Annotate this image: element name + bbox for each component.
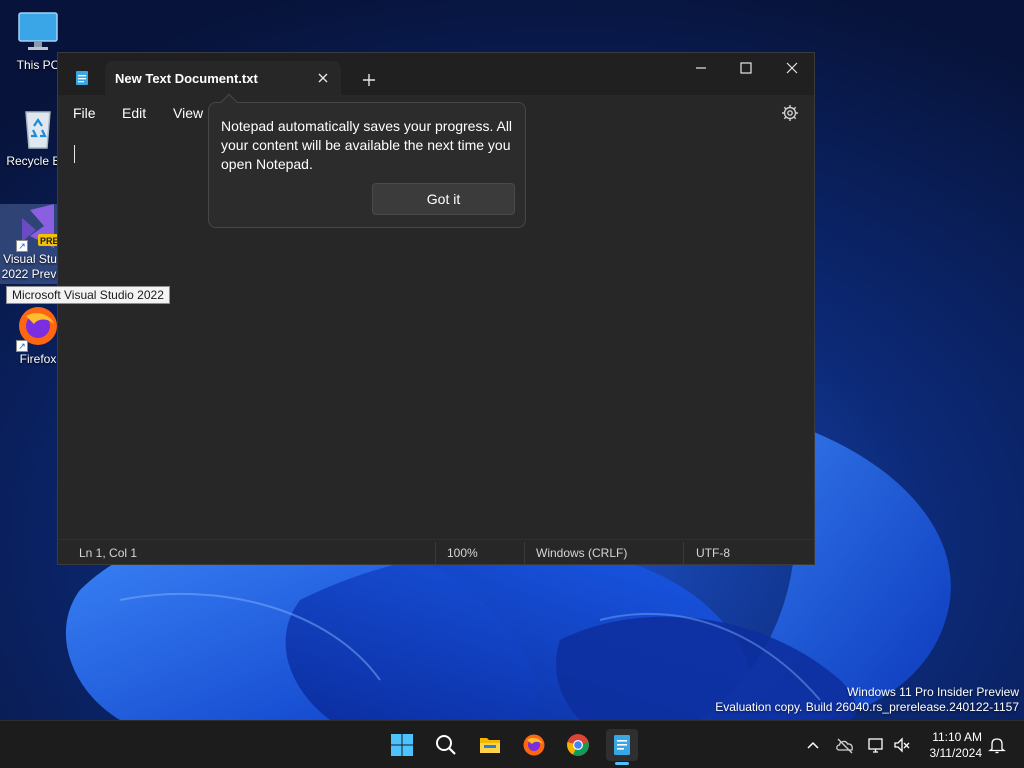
menu-edit[interactable]: Edit bbox=[122, 105, 146, 121]
text-caret bbox=[74, 145, 75, 163]
taskbar: 11:10 AM 3/11/2024 bbox=[0, 720, 1024, 768]
active-indicator bbox=[615, 762, 629, 765]
close-icon[interactable] bbox=[769, 53, 814, 83]
desktop-tooltip: Microsoft Visual Studio 2022 bbox=[6, 286, 170, 304]
recycle-bin-icon bbox=[16, 106, 60, 150]
zoom-level: 100% bbox=[447, 546, 478, 560]
status-bar: Ln 1, Col 1 100% Windows (CRLF) UTF-8 bbox=[58, 539, 814, 564]
monitor-icon bbox=[16, 10, 60, 54]
notepad-icon[interactable] bbox=[606, 729, 638, 765]
file-explorer-icon[interactable] bbox=[474, 729, 506, 761]
menu-view[interactable]: View bbox=[173, 105, 203, 121]
system-clock[interactable]: 11:10 AM 3/11/2024 bbox=[930, 729, 983, 761]
tip-message: Notepad automatically saves your progres… bbox=[221, 118, 513, 172]
start-icon[interactable] bbox=[386, 729, 418, 761]
cursor-position: Ln 1, Col 1 bbox=[79, 546, 138, 560]
status-divider bbox=[435, 542, 436, 564]
evaluation-watermark: Windows 11 Pro Insider Preview Evaluatio… bbox=[715, 685, 1019, 715]
onedrive-offline-icon[interactable] bbox=[835, 735, 855, 755]
watermark-line1: Windows 11 Pro Insider Preview bbox=[847, 685, 1019, 699]
shortcut-arrow-icon: ↗ bbox=[16, 240, 28, 252]
clock-time: 11:10 AM bbox=[932, 730, 982, 744]
notepad-icon bbox=[75, 70, 89, 91]
status-divider bbox=[524, 542, 525, 564]
tab-title: New Text Document.txt bbox=[115, 71, 258, 86]
visual-studio-icon: PRE ↗ bbox=[16, 204, 60, 252]
close-tab-icon[interactable] bbox=[313, 68, 333, 88]
clock-date: 3/11/2024 bbox=[929, 746, 983, 760]
watermark-line2: Evaluation copy. Build 26040.rs_prerelea… bbox=[715, 700, 1019, 714]
maximize-icon[interactable] bbox=[723, 53, 769, 83]
firefox-icon: ↗ bbox=[16, 304, 60, 352]
shortcut-arrow-icon: ↗ bbox=[16, 340, 28, 352]
encoding: UTF-8 bbox=[696, 546, 730, 560]
menu-file[interactable]: File bbox=[73, 105, 96, 121]
status-divider bbox=[683, 542, 684, 564]
minimize-icon[interactable] bbox=[678, 53, 724, 83]
tab-document[interactable]: New Text Document.txt bbox=[76, 61, 341, 95]
line-ending: Windows (CRLF) bbox=[536, 546, 628, 560]
new-tab-icon[interactable] bbox=[358, 69, 380, 91]
volume-muted-icon[interactable] bbox=[892, 735, 912, 755]
title-bar[interactable]: New Text Document.txt bbox=[58, 53, 814, 95]
preview-badge: PRE bbox=[40, 236, 59, 246]
chrome-icon[interactable] bbox=[562, 729, 594, 761]
chevron-up-icon[interactable] bbox=[803, 735, 823, 755]
network-icon[interactable] bbox=[866, 735, 886, 755]
gear-icon[interactable] bbox=[780, 103, 800, 123]
search-icon[interactable] bbox=[430, 729, 462, 761]
autosave-teaching-tip: Notepad automatically saves your progres… bbox=[208, 93, 526, 228]
got-it-button[interactable]: Got it bbox=[372, 183, 515, 215]
firefox-icon[interactable] bbox=[518, 729, 550, 761]
notification-bell-icon[interactable] bbox=[987, 735, 1007, 755]
